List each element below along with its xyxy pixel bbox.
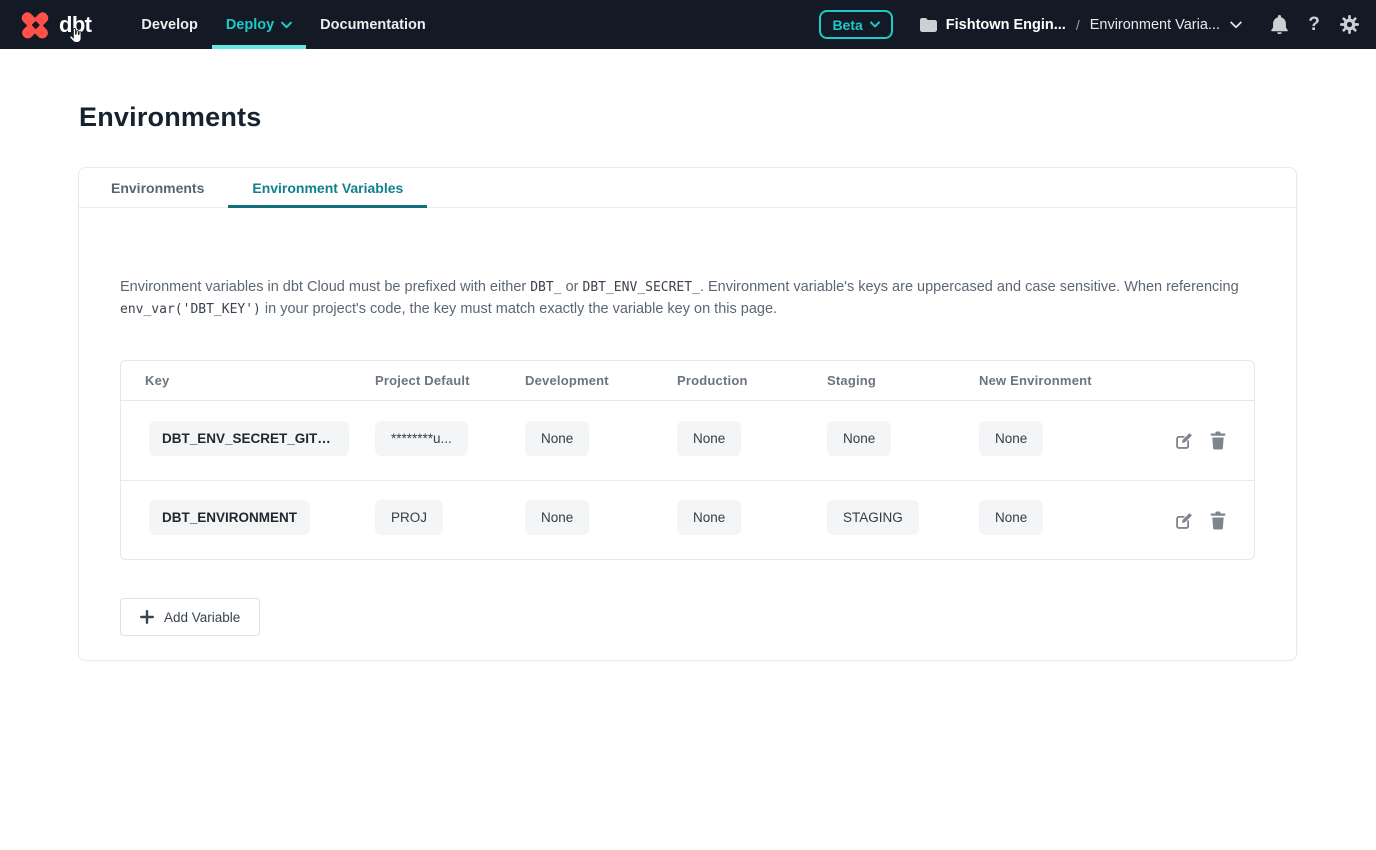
cell-production: None	[677, 421, 827, 461]
tab-label: Environments	[111, 180, 204, 196]
table-row: DBT_ENVIRONMENT PROJ None None STAGING N…	[121, 480, 1254, 559]
nav-item-develop[interactable]: Develop	[127, 0, 211, 49]
top-navbar: dbt Develop Deploy Documentation Beta Fi…	[0, 0, 1376, 49]
cell-project-default: ********u...	[375, 421, 525, 461]
folder-icon	[920, 18, 937, 32]
gear-icon[interactable]	[1338, 14, 1360, 36]
column-header-staging: Staging	[827, 373, 979, 388]
delete-icon[interactable]	[1210, 511, 1226, 530]
value-badge: None	[827, 421, 891, 456]
cell-production: None	[677, 500, 827, 540]
column-header-key: Key	[121, 373, 375, 388]
dbt-logo[interactable]: dbt	[18, 8, 91, 42]
navbar-right: Beta Fishtown Engin... / Environment Var…	[819, 10, 1360, 39]
environments-card: Environments Environment Variables Envir…	[78, 167, 1297, 661]
code-env-var: env_var('DBT_KEY')	[120, 302, 261, 317]
description-segment: Environment variables in dbt Cloud must …	[120, 279, 530, 295]
cell-development: None	[525, 500, 677, 540]
tab-environment-variables[interactable]: Environment Variables	[228, 168, 427, 207]
value-badge: ********u...	[375, 421, 468, 456]
description-segment: or	[562, 279, 583, 295]
cell-development: None	[525, 421, 677, 461]
primary-nav: Develop Deploy Documentation	[127, 0, 439, 49]
column-header-new-environment: New Environment	[979, 373, 1139, 388]
variable-key-badge: DBT_ENV_SECRET_GIT_T...	[149, 421, 349, 456]
value-badge: None	[979, 421, 1043, 456]
page-title: Environments	[79, 102, 1376, 133]
breadcrumb-separator: /	[1076, 17, 1080, 33]
nav-item-deploy[interactable]: Deploy	[212, 0, 306, 49]
value-badge: None	[677, 500, 741, 535]
cell-key: DBT_ENV_SECRET_GIT_T...	[121, 421, 375, 461]
dbt-wordmark: dbt	[59, 12, 91, 38]
nav-item-documentation[interactable]: Documentation	[306, 0, 440, 49]
add-variable-label: Add Variable	[164, 610, 240, 625]
chevron-down-icon	[281, 21, 292, 29]
breadcrumb: Fishtown Engin... / Environment Varia...	[920, 17, 1242, 33]
description-text: Environment variables in dbt Cloud must …	[120, 277, 1255, 320]
breadcrumb-page[interactable]: Environment Varia...	[1090, 17, 1220, 33]
cell-staging: STAGING	[827, 500, 979, 540]
edit-icon[interactable]	[1175, 511, 1194, 530]
code-dbt-prefix: DBT_	[530, 280, 561, 295]
tab-bar: Environments Environment Variables	[79, 168, 1296, 208]
nav-item-label: Deploy	[226, 17, 274, 33]
cell-staging: None	[827, 421, 979, 461]
table-header-row: Key Project Default Development Producti…	[121, 361, 1254, 401]
delete-icon[interactable]	[1210, 431, 1226, 450]
cell-key: DBT_ENVIRONMENT	[121, 500, 375, 540]
plus-icon	[140, 610, 154, 624]
edit-icon[interactable]	[1175, 431, 1194, 450]
question-mark-glyph: ?	[1308, 14, 1320, 36]
cell-new-environment: None	[979, 421, 1139, 461]
tab-environments[interactable]: Environments	[87, 168, 228, 207]
description-segment: . Environment variable's keys are upperc…	[700, 279, 1239, 295]
nav-item-label: Documentation	[320, 17, 426, 33]
tab-label: Environment Variables	[252, 180, 403, 196]
value-badge: None	[677, 421, 741, 456]
table-row: DBT_ENV_SECRET_GIT_T... ********u... Non…	[121, 401, 1254, 480]
nav-item-label: Develop	[141, 17, 197, 33]
dbt-logo-icon	[18, 8, 52, 42]
card-body: Environment variables in dbt Cloud must …	[79, 208, 1296, 660]
chevron-down-icon	[870, 21, 880, 28]
column-header-project-default: Project Default	[375, 373, 525, 388]
value-badge: None	[979, 500, 1043, 535]
column-header-production: Production	[677, 373, 827, 388]
add-variable-button[interactable]: Add Variable	[120, 598, 260, 636]
bell-icon[interactable]	[1268, 14, 1290, 36]
chevron-down-icon[interactable]	[1230, 21, 1242, 29]
cell-new-environment: None	[979, 500, 1139, 540]
cell-actions	[1139, 431, 1254, 450]
cell-actions	[1139, 511, 1254, 530]
value-badge: PROJ	[375, 500, 443, 535]
code-dbt-env-secret-prefix: DBT_ENV_SECRET_	[583, 280, 700, 295]
environment-variables-table: Key Project Default Development Producti…	[120, 360, 1255, 560]
breadcrumb-project[interactable]: Fishtown Engin...	[946, 17, 1066, 33]
question-mark-icon[interactable]: ?	[1303, 14, 1325, 36]
value-badge: None	[525, 500, 589, 535]
variable-key-badge: DBT_ENVIRONMENT	[149, 500, 310, 535]
description-segment: in your project's code, the key must mat…	[261, 301, 777, 317]
beta-label: Beta	[832, 17, 862, 33]
beta-dropdown[interactable]: Beta	[819, 10, 892, 39]
column-header-development: Development	[525, 373, 677, 388]
value-badge: STAGING	[827, 500, 919, 535]
cell-project-default: PROJ	[375, 500, 525, 540]
navbar-icon-group: ?	[1268, 14, 1360, 36]
value-badge: None	[525, 421, 589, 456]
